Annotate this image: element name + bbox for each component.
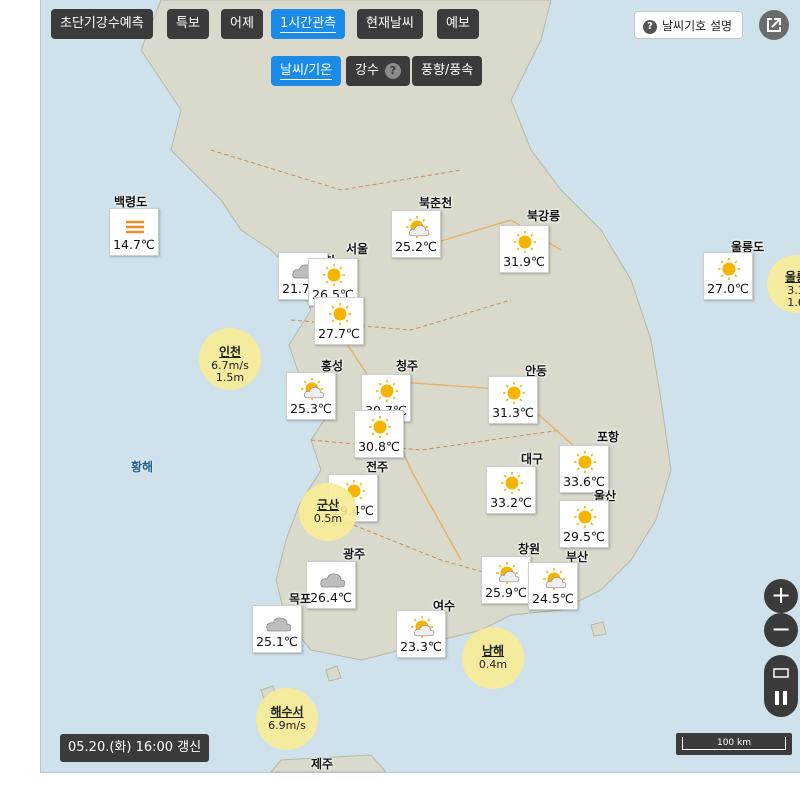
buoy-value: 0.5m xyxy=(313,512,343,525)
station-card[interactable]: 27.0℃ xyxy=(703,252,753,300)
cloudy-icon xyxy=(320,573,345,588)
city-label: 창원 xyxy=(518,542,541,556)
buoy-name: 해수서 xyxy=(270,705,304,719)
sea-buoy[interactable]: 해수서 6.9m/s xyxy=(256,688,318,750)
station-card[interactable]: 31.3℃ xyxy=(488,376,538,424)
station-temperature: 25.2℃ xyxy=(395,239,437,254)
station-temperature: 29.5℃ xyxy=(563,529,605,544)
station-temperature: 33.2℃ xyxy=(490,495,532,510)
station-card[interactable]: 33.2℃ xyxy=(486,466,536,514)
city-label-jeju: 제주 xyxy=(311,757,334,771)
city-label: 청주 xyxy=(396,359,419,373)
station-temperature: 27.7℃ xyxy=(318,326,360,341)
station-temperature: 25.3℃ xyxy=(290,401,332,416)
external-link-icon xyxy=(767,18,781,32)
fog-icon xyxy=(126,220,144,234)
sun-icon xyxy=(501,472,523,494)
station-temperature: 30.8℃ xyxy=(358,439,400,454)
city-label: 북강릉 xyxy=(527,209,561,223)
city-label: 전주 xyxy=(366,460,389,474)
station-card[interactable]: 29.5℃ xyxy=(559,500,609,548)
station-temperature: 14.7℃ xyxy=(113,237,155,252)
station-card[interactable]: 23.3℃ xyxy=(396,610,446,658)
station-card[interactable]: 27.7℃ xyxy=(314,297,364,345)
map-layer-control[interactable] xyxy=(764,655,798,717)
weather-map[interactable]: 황해 백령도14.7℃북춘천25.2℃북강릉31.9℃울릉도27.0℃인천21.… xyxy=(40,0,800,773)
sun-icon xyxy=(574,451,596,473)
sun-icon xyxy=(329,303,351,325)
tab-yesterday[interactable]: 어제 xyxy=(221,9,263,39)
zoom-out-button[interactable]: − xyxy=(764,613,798,647)
sun-icon xyxy=(323,264,345,286)
question-icon: ? xyxy=(643,19,657,34)
tab-nowcast[interactable]: 초단기강수예측 xyxy=(51,9,153,39)
station-card[interactable]: 25.9℃ xyxy=(481,556,531,604)
subtab-precipitation[interactable]: 강수? xyxy=(346,56,410,86)
station-temperature: 24.5℃ xyxy=(532,591,574,606)
station-temperature: 26.4℃ xyxy=(310,590,352,605)
buoy-name: 남해 xyxy=(481,644,505,658)
city-label: 서울 xyxy=(346,242,369,256)
station-card[interactable]: 24.5℃ xyxy=(528,562,578,610)
station-temperature: 23.3℃ xyxy=(400,639,442,654)
station-card[interactable]: 30.8℃ xyxy=(354,410,404,458)
station-temperature: 27.0℃ xyxy=(707,281,749,296)
sun-icon xyxy=(574,506,596,528)
sun-icon xyxy=(376,380,398,402)
sun-icon xyxy=(369,416,391,438)
city-label: 북춘천 xyxy=(419,196,453,210)
zoom-in-button[interactable]: + xyxy=(764,579,798,613)
sun-icon xyxy=(718,258,740,280)
buoy-name: 울릉 xyxy=(784,270,800,284)
buoy-value: 1.6 xyxy=(787,296,800,309)
sea-buoy[interactable]: 남해 0.4m xyxy=(462,627,524,689)
cloudy-icon xyxy=(266,617,291,632)
city-label: 광주 xyxy=(343,547,366,561)
city-label: 포항 xyxy=(597,430,620,444)
weather-symbol-legend-button[interactable]: ? 날씨기호 설명 xyxy=(634,11,744,39)
station-temperature: 31.9℃ xyxy=(503,254,545,269)
station-temperature: 25.1℃ xyxy=(256,634,298,649)
station-card[interactable]: 25.2℃ xyxy=(391,210,441,258)
partly-cloudy-icon xyxy=(301,378,325,400)
station-card[interactable]: 33.6℃ xyxy=(559,445,609,493)
sun-icon xyxy=(514,231,536,253)
tab-forecast[interactable]: 예보 xyxy=(437,9,479,39)
buoy-value: 1.5m xyxy=(215,371,245,384)
subtab-weather-temperature[interactable]: 날씨/기온 xyxy=(271,56,342,86)
station-temperature: 31.3℃ xyxy=(492,405,534,420)
update-timestamp: 05.20.(화) 16:00 갱신 xyxy=(60,734,210,762)
tab-current-weather[interactable]: 현재날씨 xyxy=(357,9,423,39)
subtab-wind[interactable]: 풍향/풍속 xyxy=(412,56,483,86)
help-icon[interactable]: ? xyxy=(384,62,401,79)
sea-buoy[interactable]: 인천 6.7m/s 1.5m xyxy=(199,328,261,390)
station-card[interactable]: 26.4℃ xyxy=(306,561,356,609)
scale-bar: 100 km xyxy=(676,733,792,755)
sea-buoy[interactable]: 군산 0.5m xyxy=(299,483,357,541)
buoy-name: 인천 xyxy=(218,345,242,359)
partly-cloudy-icon xyxy=(496,562,520,584)
sun-icon xyxy=(503,382,525,404)
partly-cloudy-icon xyxy=(543,568,567,590)
tab-hourly-observation[interactable]: 1시간관측 xyxy=(271,9,346,39)
station-card[interactable]: 25.1℃ xyxy=(252,605,302,653)
buoy-value: 6.9m/s xyxy=(268,719,306,732)
partly-cloudy-icon xyxy=(411,616,435,638)
buoy-value: 0.4m xyxy=(478,658,508,671)
partly-cloudy-icon xyxy=(406,216,430,238)
station-card[interactable]: 31.9℃ xyxy=(499,225,549,273)
buoy-name: 군산 xyxy=(316,498,340,512)
sea-label-yellow-sea: 황해 xyxy=(131,460,154,474)
city-label: 대구 xyxy=(521,452,544,466)
tab-warnings[interactable]: 특보 xyxy=(167,9,209,39)
layer-icon xyxy=(773,668,789,705)
station-card[interactable]: 14.7℃ xyxy=(109,208,159,256)
external-link-button[interactable] xyxy=(759,10,789,40)
station-temperature: 25.9℃ xyxy=(485,585,527,600)
station-card[interactable]: 25.3℃ xyxy=(286,372,336,420)
